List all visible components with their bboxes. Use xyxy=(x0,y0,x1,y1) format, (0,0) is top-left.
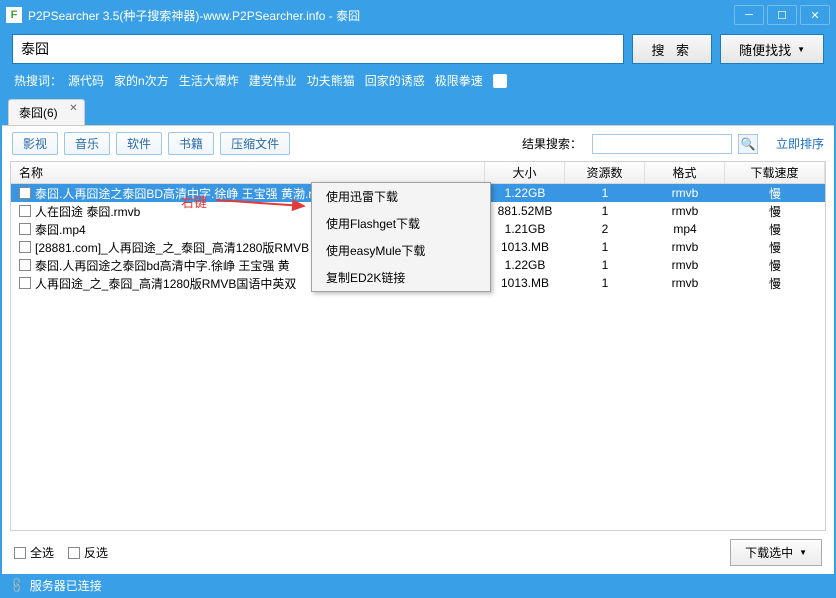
sort-link[interactable]: 立即排序 xyxy=(776,135,824,152)
row-size: 881.52MB xyxy=(485,202,565,220)
row-sources: 1 xyxy=(565,238,645,256)
chevron-down-icon: ▼ xyxy=(799,548,807,557)
hotword-link[interactable]: 建党伟业 xyxy=(249,72,297,89)
row-format: rmvb xyxy=(645,274,725,292)
col-format[interactable]: 格式 xyxy=(645,162,725,183)
ctx-flashget[interactable]: 使用Flashget下载 xyxy=(312,210,490,237)
row-size: 1.21GB xyxy=(485,220,565,238)
ctx-copy-ed2k[interactable]: 复制ED2K链接 xyxy=(312,264,490,291)
ctx-easymule[interactable]: 使用easyMule下载 xyxy=(312,237,490,264)
select-all-checkbox[interactable]: 全选 xyxy=(14,544,54,561)
result-tab[interactable]: 泰囧(6) ✕ xyxy=(8,99,85,125)
row-name: 人在囧途 泰囧.rmvb xyxy=(35,203,140,220)
col-name[interactable]: 名称 xyxy=(11,162,485,183)
row-sources: 1 xyxy=(565,274,645,292)
status-bar: 🔗 服务器已连接 xyxy=(2,574,834,596)
minimize-button[interactable]: ─ xyxy=(734,5,764,25)
titlebar[interactable]: F P2PSearcher 3.5(种子搜索神器)-www.P2PSearche… xyxy=(2,2,834,28)
table-header: 名称 大小 资源数 格式 下载速度 xyxy=(11,162,825,184)
filter-software[interactable]: 软件 xyxy=(116,132,162,155)
hotword-link[interactable]: 源代码 xyxy=(68,72,104,89)
hotword-link[interactable]: 生活大爆炸 xyxy=(179,72,239,89)
maximize-button[interactable]: ☐ xyxy=(767,5,797,25)
random-button[interactable]: 随便找找▼ xyxy=(720,34,824,64)
row-name: 人再囧途_之_泰囧_高清1280版RMVB国语中英双 xyxy=(35,275,296,292)
row-name: [28881.com]_人再囧途_之_泰囧_高清1280版RMVB xyxy=(35,239,309,256)
status-text: 服务器已连接 xyxy=(30,577,102,594)
row-checkbox[interactable] xyxy=(19,241,31,253)
row-format: rmvb xyxy=(645,256,725,274)
row-checkbox[interactable] xyxy=(19,259,31,271)
row-format: rmvb xyxy=(645,202,725,220)
row-size: 1013.MB xyxy=(485,274,565,292)
col-size[interactable]: 大小 xyxy=(485,162,565,183)
row-checkbox[interactable] xyxy=(19,277,31,289)
row-size: 1013.MB xyxy=(485,238,565,256)
col-sources[interactable]: 资源数 xyxy=(565,162,645,183)
footer-bar: 全选 反选 下载选中▼ xyxy=(2,531,834,574)
filter-row: 影视 音乐 软件 书籍 压缩文件 结果搜索： 🔍 立即排序 xyxy=(2,126,834,161)
row-sources: 1 xyxy=(565,202,645,220)
close-button[interactable]: ✕ xyxy=(800,5,830,25)
filter-video[interactable]: 影视 xyxy=(12,132,58,155)
ctx-thunder[interactable]: 使用迅雷下载 xyxy=(312,183,490,210)
hotwords-label: 热搜词： xyxy=(14,72,62,89)
search-button[interactable]: 搜 索 xyxy=(632,34,712,64)
row-format: rmvb xyxy=(645,184,725,202)
row-name: 泰囧.人再囧途之泰囧bd高清中字.徐峥 王宝强 黄 xyxy=(35,257,290,274)
search-input[interactable] xyxy=(12,34,624,64)
row-checkbox[interactable] xyxy=(19,223,31,235)
tab-label: 泰囧(6) xyxy=(19,106,58,120)
row-sources: 1 xyxy=(565,256,645,274)
refresh-icon[interactable] xyxy=(493,74,507,88)
tab-row: 泰囧(6) ✕ xyxy=(2,99,834,125)
chevron-down-icon: ▼ xyxy=(797,45,805,54)
row-checkbox[interactable] xyxy=(19,205,31,217)
row-format: rmvb xyxy=(645,238,725,256)
app-icon: F xyxy=(6,7,22,23)
row-size: 1.22GB xyxy=(485,184,565,202)
filter-books[interactable]: 书籍 xyxy=(168,132,214,155)
col-speed[interactable]: 下载速度 xyxy=(725,162,825,183)
tab-close-icon[interactable]: ✕ xyxy=(69,103,77,114)
row-speed: 慢 xyxy=(725,238,825,256)
window-title: P2PSearcher 3.5(种子搜索神器)-www.P2PSearcher.… xyxy=(28,7,731,24)
row-speed: 慢 xyxy=(725,220,825,238)
row-checkbox[interactable] xyxy=(19,187,31,199)
download-selected-button[interactable]: 下载选中▼ xyxy=(730,539,822,566)
hotword-link[interactable]: 极限拳速 xyxy=(435,72,483,89)
hotword-link[interactable]: 家的n次方 xyxy=(114,72,169,89)
row-size: 1.22GB xyxy=(485,256,565,274)
hot-keywords: 热搜词： 源代码 家的n次方 生活大爆炸 建党伟业 功夫熊猫 回家的诱惑 极限拳… xyxy=(2,72,834,99)
result-search-label: 结果搜索： xyxy=(522,135,582,152)
filter-music[interactable]: 音乐 xyxy=(64,132,110,155)
row-format: mp4 xyxy=(645,220,725,238)
row-speed: 慢 xyxy=(725,256,825,274)
results-table: 名称 大小 资源数 格式 下载速度 泰囧.人再囧途之泰囧BD高清中字.徐峥 王宝… xyxy=(10,161,826,531)
search-bar: 搜 索 随便找找▼ xyxy=(2,28,834,72)
row-name: 泰囧.人再囧途之泰囧BD高清中字.徐峥 王宝强 黄渤.rmvb xyxy=(35,185,335,202)
hotword-link[interactable]: 回家的诱惑 xyxy=(365,72,425,89)
hotword-link[interactable]: 功夫熊猫 xyxy=(307,72,355,89)
row-speed: 慢 xyxy=(725,184,825,202)
row-name: 泰囧.mp4 xyxy=(35,221,86,238)
row-speed: 慢 xyxy=(725,202,825,220)
row-sources: 2 xyxy=(565,220,645,238)
search-icon[interactable]: 🔍 xyxy=(738,134,758,154)
context-menu: 使用迅雷下载 使用Flashget下载 使用easyMule下载 复制ED2K链… xyxy=(311,182,491,292)
link-icon: 🔗 xyxy=(7,576,26,595)
invert-checkbox[interactable]: 反选 xyxy=(68,544,108,561)
row-sources: 1 xyxy=(565,184,645,202)
row-speed: 慢 xyxy=(725,274,825,292)
filter-archive[interactable]: 压缩文件 xyxy=(220,132,290,155)
result-search-input[interactable] xyxy=(592,134,732,154)
